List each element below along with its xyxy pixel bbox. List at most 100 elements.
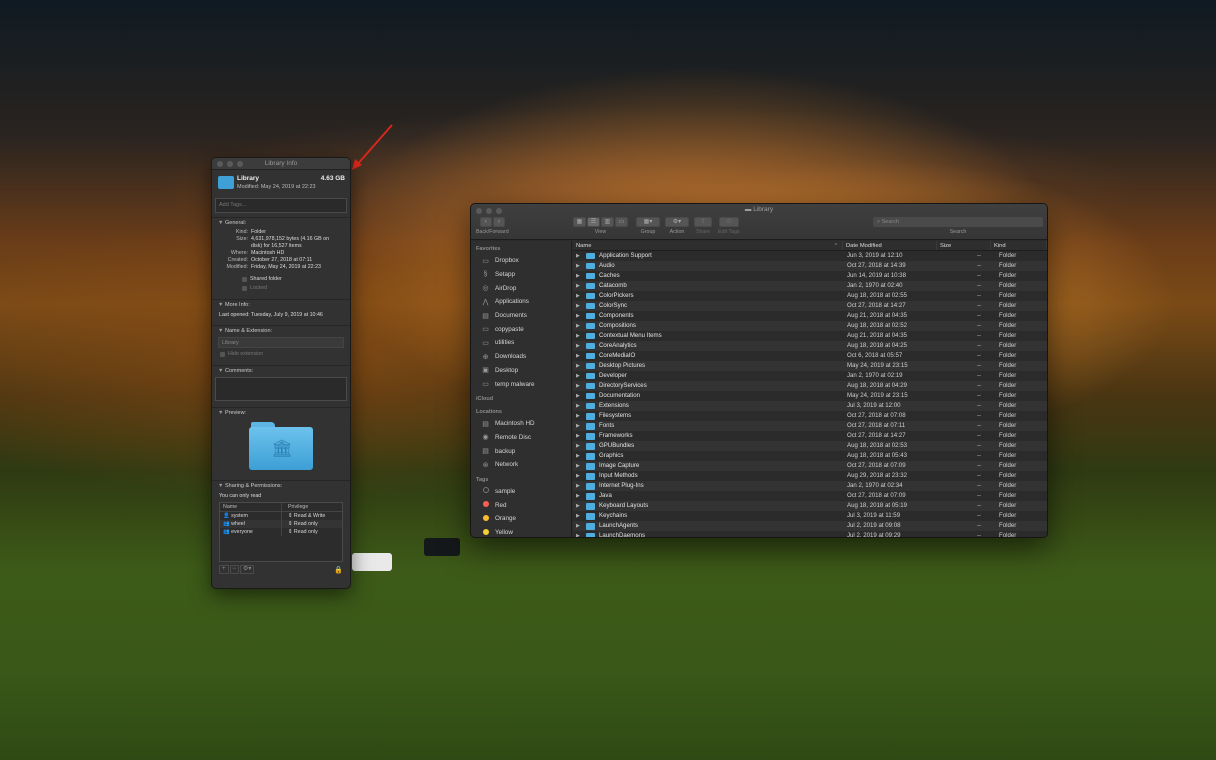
lock-icon[interactable]: 🔒 xyxy=(334,566,343,574)
gear-icon[interactable]: ⚙▾ xyxy=(240,565,255,574)
table-row[interactable]: ▶ Documentation May 24, 2019 at 23:15 -- Fol… xyxy=(573,391,1047,401)
tags-input[interactable]: Add Tags... xyxy=(215,198,347,213)
column-view-button[interactable]: ▥ xyxy=(601,217,614,227)
table-row[interactable]: ▶ Audio Oct 27, 2018 at 14:39 -- Folder xyxy=(573,261,1047,272)
disclosure-triangle-icon[interactable]: ▶ xyxy=(576,291,586,301)
table-row[interactable]: ▶ Compositions Aug 18, 2018 at 02:52 -- Fold… xyxy=(573,321,1047,332)
permission-row[interactable]: 👥 everyone ⇕ Read only xyxy=(220,528,342,536)
table-row[interactable]: ▶ CoreAnalytics Aug 18, 2018 at 04:25 -- Fol… xyxy=(573,341,1047,352)
sidebar-item-temp-malware[interactable]: ▭ temp malware xyxy=(471,377,571,391)
disclosure-triangle-icon[interactable]: ▶ xyxy=(576,281,586,291)
shared-folder-checkbox[interactable]: Shared folder xyxy=(242,275,344,284)
gallery-view-button[interactable]: ▭ xyxy=(615,217,628,227)
sidebar-tag-yellow[interactable]: Yellow xyxy=(471,526,571,537)
table-row[interactable]: ▶ DirectoryServices Aug 18, 2018 at 04:29 -… xyxy=(573,381,1047,392)
col-privilege-header[interactable]: Privilege xyxy=(282,503,308,511)
group-button[interactable]: ▦▾ xyxy=(636,217,660,227)
search-input[interactable]: ⌕ Search xyxy=(873,217,1043,227)
disclosure-triangle-icon[interactable]: ▶ xyxy=(576,521,586,531)
sidebar-item-applications[interactable]: ⋀ Applications xyxy=(471,295,571,309)
size-column-header[interactable]: Size xyxy=(937,241,991,250)
sidebar-item-documents[interactable]: ▤ Documents xyxy=(471,309,571,323)
table-row[interactable]: ▶ Components Aug 21, 2018 at 04:35 -- Folder xyxy=(573,311,1047,321)
disclosure-triangle-icon[interactable]: ▶ xyxy=(576,491,586,501)
table-row[interactable]: ▶ Input Methods Aug 29, 2018 at 23:32 -- Fol… xyxy=(573,471,1047,481)
disclosure-triangle-icon[interactable]: ▶ xyxy=(576,351,586,361)
sidebar-item-utilities[interactable]: ▭ utilities xyxy=(471,336,571,350)
back-button[interactable]: ‹ xyxy=(479,217,492,227)
add-permission-button[interactable]: + xyxy=(219,565,229,574)
disclosure-triangle-icon[interactable]: ▶ xyxy=(576,411,586,421)
permission-row[interactable]: 👥 wheel ⇕ Read only xyxy=(220,520,342,528)
disclosure-triangle-icon[interactable]: ▶ xyxy=(576,331,586,341)
general-disclosure[interactable]: ▼ General: xyxy=(218,220,344,226)
sidebar-item-downloads[interactable]: ⊕ Downloads xyxy=(471,350,571,364)
sidebar-tag-orange[interactable]: Orange xyxy=(471,512,571,526)
disclosure-triangle-icon[interactable]: ▶ xyxy=(576,471,586,481)
sidebar-item-remote-disc[interactable]: ◉ Remote Disc xyxy=(471,431,571,445)
sidebar-item-dropbox[interactable]: ▭ Dropbox xyxy=(471,254,571,268)
gear-icon[interactable]: ⚙▾ xyxy=(665,217,689,227)
disclosure-triangle-icon[interactable]: ▶ xyxy=(576,481,586,491)
locked-checkbox[interactable]: Locked xyxy=(242,284,344,293)
table-row[interactable]: ▶ Desktop Pictures May 24, 2019 at 23:15 --… xyxy=(573,361,1047,372)
sidebar-item-setapp[interactable]: § Setapp xyxy=(471,268,571,282)
table-row[interactable]: ▶ ColorPickers Aug 18, 2018 at 02:55 -- Fold… xyxy=(573,291,1047,301)
disclosure-triangle-icon[interactable]: ▶ xyxy=(576,261,586,271)
table-row[interactable]: ▶ Catacomb Jan 2, 1970 at 02:40 -- Folder xyxy=(573,281,1047,292)
table-row[interactable]: ▶ Filesystems Oct 27, 2018 at 07:08 -- Folde… xyxy=(573,411,1047,421)
list-view-button[interactable]: ☰ xyxy=(587,217,600,227)
remove-permission-button[interactable]: − xyxy=(229,565,240,574)
forward-button[interactable]: › xyxy=(492,217,505,227)
table-row[interactable]: ▶ Java Oct 27, 2018 at 07:09 -- Folder xyxy=(573,491,1047,501)
table-row[interactable]: ▶ Image Capture Oct 27, 2018 at 07:09 -- Fol… xyxy=(573,461,1047,472)
disclosure-triangle-icon[interactable]: ▶ xyxy=(576,501,586,511)
kind-column-header[interactable]: Kind xyxy=(991,241,1047,250)
table-row[interactable]: ▶ Keyboard Layouts Aug 18, 2018 at 05:19 --… xyxy=(573,501,1047,512)
comments-field[interactable] xyxy=(215,377,347,401)
date-column-header[interactable]: Date Modified xyxy=(843,241,937,250)
share-icon[interactable]: ⇧ xyxy=(694,217,712,227)
disclosure-triangle-icon[interactable]: ▶ xyxy=(576,271,586,281)
disclosure-triangle-icon[interactable]: ▶ xyxy=(576,301,586,311)
name-column-header[interactable]: Name ^ xyxy=(573,241,843,250)
col-name-header[interactable]: Name xyxy=(220,503,282,511)
sidebar-item-desktop[interactable]: ▣ Desktop xyxy=(471,364,571,378)
name-extension-disclosure[interactable]: ▼ Name & Extension: xyxy=(218,328,344,334)
disclosure-triangle-icon[interactable]: ▶ xyxy=(576,511,586,521)
disclosure-triangle-icon[interactable]: ▶ xyxy=(576,461,586,471)
disclosure-triangle-icon[interactable]: ▶ xyxy=(576,341,586,351)
sidebar-item-macintosh-hd[interactable]: ▤ Macintosh HD xyxy=(471,417,571,431)
name-field[interactable]: Library xyxy=(218,337,344,348)
sidebar-tag-red[interactable]: Red xyxy=(471,498,571,512)
disclosure-triangle-icon[interactable]: ▶ xyxy=(576,451,586,461)
disclosure-triangle-icon[interactable]: ▶ xyxy=(576,321,586,331)
sidebar-item-airdrop[interactable]: ◎ AirDrop xyxy=(471,281,571,295)
table-row[interactable]: ▶ Graphics Aug 18, 2018 at 05:43 -- Folder xyxy=(573,451,1047,461)
table-row[interactable]: ▶ Caches Jun 14, 2019 at 10:38 -- Folder xyxy=(573,271,1047,281)
table-row[interactable]: ▶ Application Support Jun 3, 2019 at 12:10… xyxy=(573,251,1047,261)
more-info-disclosure[interactable]: ▼ More Info: xyxy=(218,302,344,308)
tag-icon[interactable]: ⬭ xyxy=(718,217,739,227)
table-row[interactable]: ▶ GPUBundles Aug 18, 2018 at 02:53 -- Folder xyxy=(573,441,1047,452)
disclosure-triangle-icon[interactable]: ▶ xyxy=(576,401,586,411)
disclosure-triangle-icon[interactable]: ▶ xyxy=(576,421,586,431)
disclosure-triangle-icon[interactable]: ▶ xyxy=(576,371,586,381)
disclosure-triangle-icon[interactable]: ▶ xyxy=(576,391,586,401)
disclosure-triangle-icon[interactable]: ▶ xyxy=(576,531,586,537)
table-row[interactable]: ▶ ColorSync Oct 27, 2018 at 14:27 -- Folder xyxy=(573,301,1047,312)
disclosure-triangle-icon[interactable]: ▶ xyxy=(576,381,586,391)
sidebar-item-backup[interactable]: ▤ backup xyxy=(471,444,571,458)
disclosure-triangle-icon[interactable]: ▶ xyxy=(576,361,586,371)
preview-disclosure[interactable]: ▼ Preview: xyxy=(218,410,344,416)
disclosure-triangle-icon[interactable]: ▶ xyxy=(576,251,586,261)
icon-view-button[interactable]: ▦ xyxy=(573,217,586,227)
sidebar-item-copypaste[interactable]: ▭ copypaste xyxy=(471,322,571,336)
disclosure-triangle-icon[interactable]: ▶ xyxy=(576,441,586,451)
hide-extension-checkbox[interactable]: Hide extension xyxy=(220,350,344,359)
permission-row[interactable]: 👤 system ⇕ Read & Write xyxy=(220,512,342,520)
table-row[interactable]: ▶ Keychains Jul 3, 2019 at 11:59 -- Folder xyxy=(573,511,1047,521)
comments-disclosure[interactable]: ▼ Comments: xyxy=(218,368,344,374)
table-row[interactable]: ▶ Contextual Menu Items Aug 21, 2018 at 04… xyxy=(573,331,1047,341)
table-row[interactable]: ▶ Frameworks Oct 27, 2018 at 14:27 -- Folder xyxy=(573,431,1047,441)
